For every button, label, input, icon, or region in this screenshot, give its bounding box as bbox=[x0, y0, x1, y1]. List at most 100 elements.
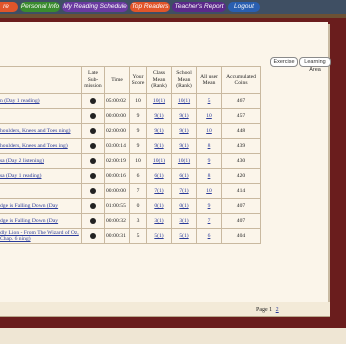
school-mean-link[interactable]: 10(1) bbox=[171, 93, 197, 109]
coins-cell: 407 bbox=[221, 198, 261, 214]
all-user-mean-link[interactable]: 8 bbox=[196, 168, 222, 184]
table-row: dly Lion - From The Wizard of Oz, Chap. … bbox=[0, 228, 261, 244]
score-cell: 9 bbox=[129, 138, 147, 154]
coins-cell: 414 bbox=[221, 183, 261, 199]
nav-tab-home[interactable]: re bbox=[0, 2, 18, 12]
page-2-link[interactable]: 2 bbox=[276, 307, 279, 313]
school-mean-link[interactable]: 7(1) bbox=[171, 183, 197, 199]
coins-cell: 430 bbox=[221, 153, 261, 169]
late-submission-indicator bbox=[81, 108, 105, 124]
exercise-title-link[interactable] bbox=[0, 183, 82, 199]
class-mean-link[interactable]: 0(1) bbox=[146, 198, 172, 214]
coins-cell: 439 bbox=[221, 138, 261, 154]
nav-tab-personal-info[interactable]: Personal Info bbox=[20, 2, 60, 12]
late-submission-indicator bbox=[81, 168, 105, 184]
time-cell: 05:00:02 bbox=[104, 93, 130, 109]
school-mean-link[interactable]: 0(1) bbox=[171, 198, 197, 214]
header-title bbox=[0, 66, 82, 94]
time-cell: 00:00:00 bbox=[104, 183, 130, 199]
exercise-title-link[interactable] bbox=[0, 108, 82, 124]
class-mean-link[interactable]: 10(1) bbox=[146, 93, 172, 109]
header-late-submission: Late Sub- mission bbox=[81, 66, 105, 94]
score-cell: 6 bbox=[129, 168, 147, 184]
score-cell: 10 bbox=[129, 93, 147, 109]
all-user-mean-link[interactable]: 6 bbox=[196, 228, 222, 244]
all-user-mean-link[interactable]: 10 bbox=[196, 108, 222, 124]
school-mean-link[interactable]: 3(1) bbox=[171, 213, 197, 229]
score-cell: 5 bbox=[129, 228, 147, 244]
time-cell: 00:00:31 bbox=[104, 228, 130, 244]
all-user-mean-link[interactable]: 9 bbox=[196, 153, 222, 169]
exercise-tab[interactable]: Exercise bbox=[270, 57, 298, 67]
time-cell: 00:00:16 bbox=[104, 168, 130, 184]
score-cell: 9 bbox=[129, 123, 147, 139]
time-cell: 00:00:32 bbox=[104, 213, 130, 229]
exercise-title-link[interactable]: sa (Day 2 listening) bbox=[0, 153, 82, 169]
coins-cell: 407 bbox=[221, 213, 261, 229]
table-row: sa (Day 2 listening) 02:00:19 10 10(1) 10(1)… bbox=[0, 153, 261, 169]
late-submission-indicator bbox=[81, 93, 105, 109]
table-row: dge is Falling Down (Day 00:00:32 3 3(1) 3(1… bbox=[0, 213, 261, 229]
time-cell: 03:00:14 bbox=[104, 138, 130, 154]
status-dot-icon bbox=[90, 202, 96, 209]
late-submission-indicator bbox=[81, 123, 105, 139]
class-mean-link[interactable]: 9(1) bbox=[146, 123, 172, 139]
school-mean-link[interactable]: 9(1) bbox=[171, 138, 197, 154]
all-user-mean-link[interactable]: 8 bbox=[196, 138, 222, 154]
late-submission-indicator bbox=[81, 138, 105, 154]
class-mean-link[interactable]: 7(1) bbox=[146, 183, 172, 199]
late-submission-indicator bbox=[81, 183, 105, 199]
class-mean-link[interactable]: 6(1) bbox=[146, 168, 172, 184]
status-dot-icon bbox=[90, 157, 96, 164]
nav-tab-logout[interactable]: Logout bbox=[228, 2, 260, 12]
header-your-score: Your Score bbox=[129, 66, 147, 94]
exercise-title-link[interactable]: houlders, Knees and Toes ning) bbox=[0, 123, 82, 139]
exercise-title-link[interactable]: dge is Falling Down (Day bbox=[0, 198, 82, 214]
all-user-mean-link[interactable]: 10 bbox=[196, 183, 222, 199]
time-cell: 02:00:19 bbox=[104, 153, 130, 169]
school-mean-link[interactable]: 6(1) bbox=[171, 168, 197, 184]
late-submission-indicator bbox=[81, 153, 105, 169]
school-mean-link[interactable]: 10(1) bbox=[171, 153, 197, 169]
all-user-mean-link[interactable]: 5 bbox=[196, 93, 222, 109]
table-row: dge is Falling Down (Day 01:00:55 0 0(1) 0(1… bbox=[0, 198, 261, 214]
school-mean-link[interactable]: 5(1) bbox=[171, 228, 197, 244]
coins-cell: 457 bbox=[221, 108, 261, 124]
class-mean-link[interactable]: 3(1) bbox=[146, 213, 172, 229]
exercise-title-link[interactable]: dge is Falling Down (Day bbox=[0, 213, 82, 229]
class-mean-link[interactable]: 9(1) bbox=[146, 108, 172, 124]
class-mean-link[interactable]: 9(1) bbox=[146, 138, 172, 154]
nav-tab-top-readers[interactable]: Top Readers bbox=[130, 2, 170, 12]
learning-area-tab[interactable]: Learning Area bbox=[299, 57, 331, 73]
status-dot-icon bbox=[90, 217, 96, 224]
exercise-title-link[interactable]: dly Lion - From The Wizard of Oz, Chap. … bbox=[0, 228, 82, 244]
status-dot-icon bbox=[90, 112, 96, 119]
header-time: Time bbox=[104, 66, 130, 94]
coins-cell: 404 bbox=[221, 228, 261, 244]
all-user-mean-link[interactable]: 9 bbox=[196, 198, 222, 214]
status-dot-icon bbox=[90, 232, 96, 239]
table-row: houlders, Knees and Toes ning) 02:00:00 9 9… bbox=[0, 123, 261, 139]
class-mean-link[interactable]: 10(1) bbox=[146, 153, 172, 169]
status-dot-icon bbox=[90, 142, 96, 149]
page-background bbox=[0, 328, 346, 344]
exercise-title-link[interactable]: houlders, Knees and Toes ing) bbox=[0, 138, 82, 154]
nav-tab-my-reading-schedule[interactable]: My Reading Schedule bbox=[62, 2, 128, 12]
table-row: 00:00:00 7 7(1) 7(1) 10 414 bbox=[0, 183, 261, 199]
time-cell: 00:00:00 bbox=[104, 108, 130, 124]
late-submission-indicator bbox=[81, 228, 105, 244]
school-mean-link[interactable]: 9(1) bbox=[171, 108, 197, 124]
table-row: n (Day 1 reading) 05:00:02 10 10(1) 10(1) 5 46… bbox=[0, 93, 261, 109]
top-nav-bar: re Personal Info My Reading Schedule Top… bbox=[0, 0, 346, 14]
page-curl bbox=[0, 302, 330, 317]
class-mean-link[interactable]: 5(1) bbox=[146, 228, 172, 244]
school-mean-link[interactable]: 9(1) bbox=[171, 123, 197, 139]
nav-tab-teachers-report[interactable]: Teacher's Report bbox=[172, 2, 226, 12]
all-user-mean-link[interactable]: 7 bbox=[196, 213, 222, 229]
time-cell: 02:00:00 bbox=[104, 123, 130, 139]
time-cell: 01:00:55 bbox=[104, 198, 130, 214]
exercise-title-link[interactable]: n (Day 1 reading) bbox=[0, 93, 82, 109]
table-row: houlders, Knees and Toes ing) 03:00:14 9 9(… bbox=[0, 138, 261, 154]
exercise-title-link[interactable]: sa (Day 1 reading) bbox=[0, 168, 82, 184]
all-user-mean-link[interactable]: 10 bbox=[196, 123, 222, 139]
